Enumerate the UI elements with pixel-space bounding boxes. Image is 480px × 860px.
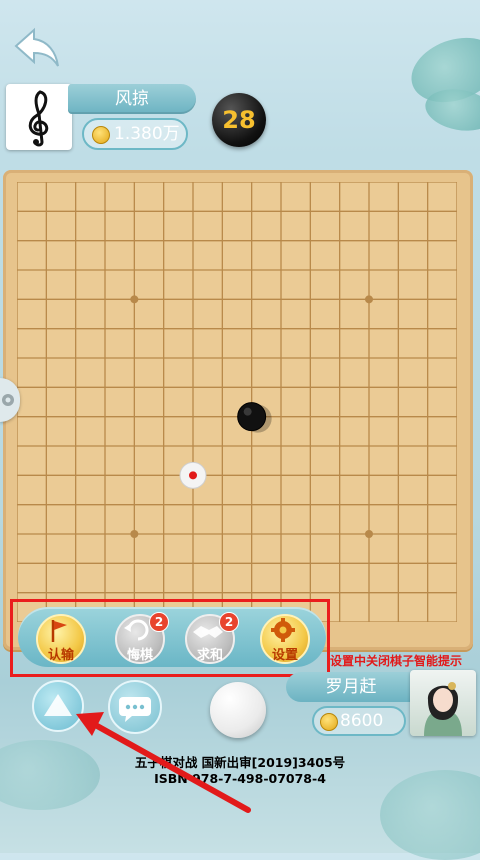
annotation-arrow	[76, 712, 251, 813]
black-stone	[237, 402, 267, 432]
star-point	[130, 530, 139, 538]
coin-icon	[92, 126, 110, 144]
settings-hint-text: 设置中关闭棋子智能提示	[330, 654, 463, 668]
opponent-name: 风掠	[68, 84, 196, 114]
player-coins-value: 8600	[340, 711, 384, 731]
player-avatar[interactable]	[410, 670, 476, 736]
grid-lines[interactable]	[17, 182, 457, 622]
star-point	[130, 295, 139, 304]
treble-clef-icon	[28, 90, 49, 147]
board-grid[interactable]	[17, 182, 457, 622]
opponent-coins-value: 1.380万	[114, 124, 180, 144]
hint-dot	[189, 471, 197, 480]
back-button[interactable]	[12, 26, 62, 70]
opponent-avatar[interactable]	[6, 84, 72, 150]
star-point	[365, 530, 373, 538]
opponent-coins: 1.380万	[82, 118, 188, 150]
side-panel-tab[interactable]	[0, 378, 20, 422]
player-name: 罗月赶	[286, 672, 416, 702]
back-arrow-icon	[14, 27, 59, 67]
coin-icon	[320, 713, 338, 731]
stone-highlight	[243, 407, 252, 416]
portrait-icon	[424, 682, 462, 736]
star-point	[365, 295, 373, 304]
opponent-card: 风掠 1.380万	[6, 84, 196, 150]
gear-icon	[2, 394, 14, 406]
turn-timer: 28	[212, 93, 266, 147]
player-coins: 8600	[312, 706, 406, 736]
game-board	[3, 170, 473, 650]
highlight-frame	[10, 599, 330, 677]
